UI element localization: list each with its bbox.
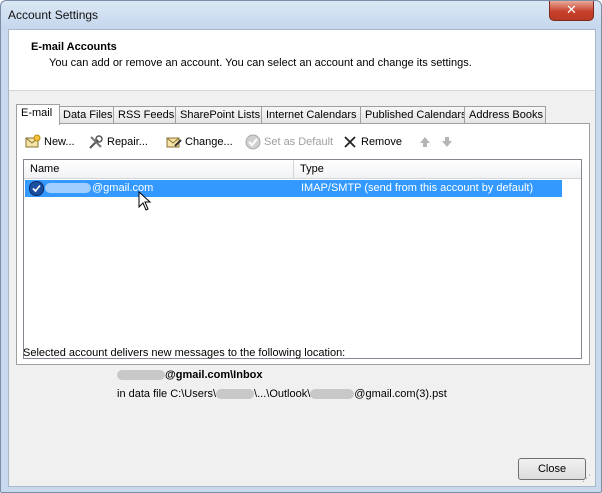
account-type: IMAP/SMTP (send from this account by def… (301, 182, 534, 194)
redacted-username (117, 370, 165, 381)
new-account-icon (25, 134, 41, 150)
move-down-button[interactable] (439, 132, 458, 152)
change-button-label: Change... (185, 136, 233, 148)
section-description: You can add or remove an account. You ca… (49, 57, 472, 69)
account-row[interactable]: @gmail.com IMAP/SMTP (send from this acc… (25, 180, 562, 197)
change-account-icon (166, 134, 182, 150)
resize-grip-icon[interactable]: ⋰ (582, 473, 591, 484)
repair-button-label: Repair... (107, 136, 148, 148)
redacted-user-folder (216, 389, 255, 400)
arrow-up-icon (417, 134, 433, 150)
list-column-header: Name Type (24, 160, 581, 179)
tab-published-calendars[interactable]: Published Calendars (360, 106, 467, 123)
set-as-default-button[interactable]: Set as Default (245, 132, 333, 152)
window-close-button[interactable]: ✕ (549, 1, 594, 21)
move-up-button[interactable] (417, 132, 436, 152)
redacted-username (310, 389, 355, 400)
mouse-pointer-icon (138, 191, 152, 211)
close-button[interactable]: Close (518, 458, 586, 480)
remove-button[interactable]: Remove (342, 132, 402, 152)
default-check-icon (245, 134, 261, 150)
change-button[interactable]: Change... (166, 132, 233, 152)
data-file-prefix: in data file C:\Users\ (117, 388, 217, 400)
delivery-folder: @gmail.com\Inbox (117, 369, 263, 381)
column-header-name[interactable]: Name (30, 163, 59, 175)
redacted-username (45, 183, 91, 194)
window-title: Account Settings (8, 8, 99, 22)
column-divider[interactable] (293, 160, 294, 178)
tab-address-books[interactable]: Address Books (464, 106, 546, 123)
new-button-label: New... (44, 136, 75, 148)
data-file-mid: \...\Outlook\ (254, 388, 311, 400)
tab-data-files[interactable]: Data Files (58, 106, 114, 123)
title-bar[interactable]: Account Settings ✕ (1, 1, 601, 29)
remove-button-label: Remove (361, 136, 402, 148)
tab-email[interactable]: E-mail (16, 104, 60, 125)
dialog-client: E-mail Accounts You can add or remove an… (8, 29, 596, 487)
account-list[interactable]: Name Type @gmail.com IMAP/SMTP (send fro… (23, 159, 582, 359)
arrow-down-icon (439, 134, 455, 150)
column-header-type[interactable]: Type (300, 163, 324, 175)
section-title: E-mail Accounts (31, 41, 117, 53)
delivery-label: Selected account delivers new messages t… (23, 347, 346, 359)
set-as-default-label: Set as Default (264, 136, 334, 148)
new-button[interactable]: New... (25, 132, 75, 152)
repair-tools-icon (88, 134, 104, 150)
repair-button[interactable]: Repair... (88, 132, 148, 152)
tab-sharepoint-lists[interactable]: SharePoint Lists (175, 106, 263, 123)
default-account-check-icon (29, 181, 44, 196)
data-file-suffix: @gmail.com(3).pst (354, 388, 447, 400)
tab-internet-calendars[interactable]: Internet Calendars (261, 106, 361, 123)
remove-x-icon (342, 134, 358, 150)
delivery-data-file: in data file C:\Users\ \...\Outlook\ @gmai… (117, 388, 447, 400)
delivery-folder-text: @gmail.com\Inbox (165, 369, 263, 381)
header-panel: E-mail Accounts You can add or remove an… (9, 30, 595, 91)
dialog-footer: Close (9, 450, 595, 486)
email-tab-panel: New... Repair... Change... Set as Defaul… (16, 123, 590, 365)
account-settings-window: Account Settings ✕ E-mail Accounts You c… (0, 0, 602, 493)
tab-rss-feeds[interactable]: RSS Feeds (113, 106, 176, 123)
